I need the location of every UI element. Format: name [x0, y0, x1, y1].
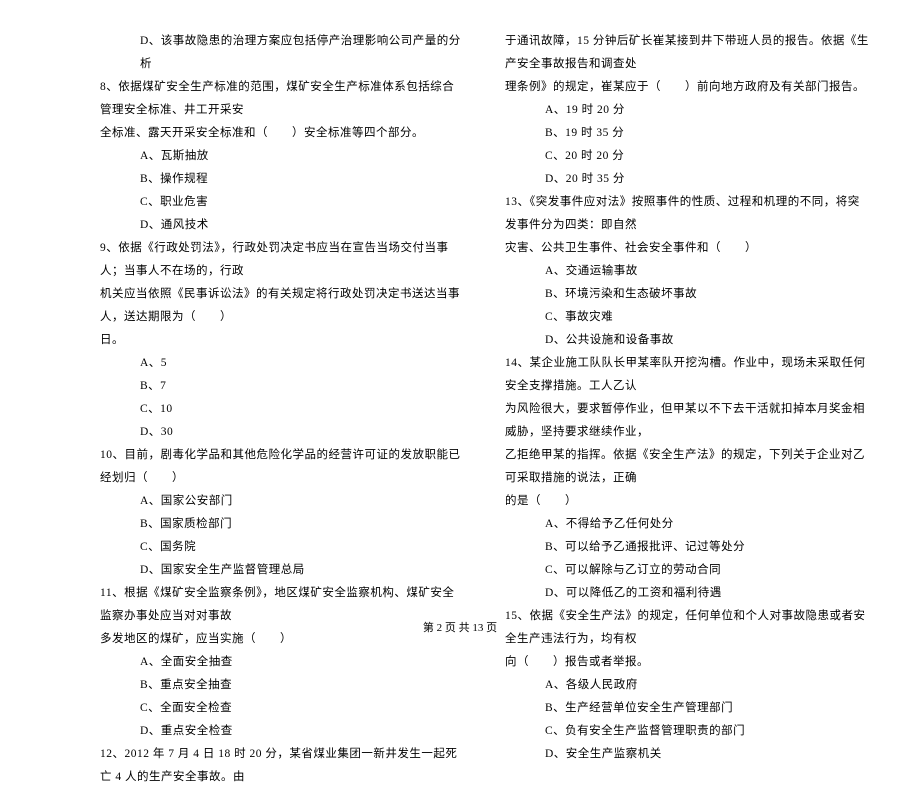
q12-option-b: B、19 时 35 分 [505, 122, 870, 145]
q12-line1: 12、2012 年 7 月 4 日 18 时 20 分，某省煤业集团一新井发生一… [100, 743, 465, 789]
document-page: D、该事故隐患的治理方案应包括停产治理影响公司产量的分析 8、依据煤矿安全生产标… [0, 0, 920, 789]
q14-option-b: B、可以给予乙通报批评、记过等处分 [505, 536, 870, 559]
q13-option-c: C、事故灾难 [505, 306, 870, 329]
q9-option-b: B、7 [100, 375, 465, 398]
q9-option-a: A、5 [100, 352, 465, 375]
q9-option-c: C、10 [100, 398, 465, 421]
q9-line2: 机关应当依照《民事诉讼法》的有关规定将行政处罚决定书送达当事人，送达期限为（ ） [100, 283, 465, 329]
q12-option-c: C、20 时 20 分 [505, 145, 870, 168]
q10-option-d: D、国家安全生产监督管理总局 [100, 559, 465, 582]
left-column: D、该事故隐患的治理方案应包括停产治理影响公司产量的分析 8、依据煤矿安全生产标… [100, 30, 495, 789]
q14-line1: 14、某企业施工队队长甲某率队开挖沟槽。作业中，现场未采取任何安全支撑措施。工人… [505, 352, 870, 398]
q10-line1: 10、目前，剧毒化学品和其他危险化学品的经营许可证的发放职能已经划归（ ） [100, 444, 465, 490]
q14-option-a: A、不得给予乙任何处分 [505, 513, 870, 536]
q12-line2: 于通讯故障，15 分钟后矿长崔某接到井下带班人员的报告。依据《生产安全事故报告和… [505, 30, 870, 76]
q15-option-a: A、各级人民政府 [505, 674, 870, 697]
q12-line3: 理条例》的规定，崔某应于（ ）前向地方政府及有关部门报告。 [505, 76, 870, 99]
q15-option-b: B、生产经营单位安全生产管理部门 [505, 697, 870, 720]
q14-option-c: C、可以解除与乙订立的劳动合同 [505, 559, 870, 582]
q13-option-b: B、环境污染和生态破坏事故 [505, 283, 870, 306]
q11-option-c: C、全面安全检查 [100, 697, 465, 720]
q13-option-d: D、公共设施和设备事故 [505, 329, 870, 352]
q14-option-d: D、可以降低乙的工资和福利待遇 [505, 582, 870, 605]
q10-option-b: B、国家质检部门 [100, 513, 465, 536]
right-column: 于通讯故障，15 分钟后矿长崔某接到井下带班人员的报告。依据《生产安全事故报告和… [495, 30, 870, 789]
q12-option-d: D、20 时 35 分 [505, 168, 870, 191]
q9-line1: 9、依据《行政处罚法》，行政处罚决定书应当在宣告当场交付当事人；当事人不在场的，… [100, 237, 465, 283]
q10-option-a: A、国家公安部门 [100, 490, 465, 513]
q8-line1: 8、依据煤矿安全生产标准的范围，煤矿安全生产标准体系包括综合管理安全标准、井工开… [100, 76, 465, 122]
q15-line2: 向（ ）报告或者举报。 [505, 651, 870, 674]
q9-line3: 日。 [100, 329, 465, 352]
q7-option-d: D、该事故隐患的治理方案应包括停产治理影响公司产量的分析 [100, 30, 465, 76]
q11-option-a: A、全面安全抽查 [100, 651, 465, 674]
q8-line2: 全标准、露天开采安全标准和（ ）安全标准等四个部分。 [100, 122, 465, 145]
q8-option-c: C、职业危害 [100, 191, 465, 214]
q13-line2: 灾害、公共卫生事件、社会安全事件和（ ） [505, 237, 870, 260]
q14-line3: 乙拒绝甲某的指挥。依据《安全生产法》的规定，下列关于企业对乙可采取措施的说法，正… [505, 444, 870, 490]
q12-option-a: A、19 时 20 分 [505, 99, 870, 122]
q11-option-d: D、重点安全检查 [100, 720, 465, 743]
q14-line4: 的是（ ） [505, 490, 870, 513]
q13-line1: 13、《突发事件应对法》按照事件的性质、过程和机理的不同，将突发事件分为四类：即… [505, 191, 870, 237]
q15-option-d: D、安全生产监察机关 [505, 743, 870, 766]
q10-option-c: C、国务院 [100, 536, 465, 559]
q8-option-a: A、瓦斯抽放 [100, 145, 465, 168]
q9-option-d: D、30 [100, 421, 465, 444]
q13-option-a: A、交通运输事故 [505, 260, 870, 283]
q15-option-c: C、负有安全生产监督管理职责的部门 [505, 720, 870, 743]
page-number: 第 2 页 共 13 页 [0, 619, 920, 635]
q14-line2: 为风险很大，要求暂停作业，但甲某以不下去干活就扣掉本月奖金相威胁，坚持要求继续作… [505, 398, 870, 444]
q8-option-d: D、通风技术 [100, 214, 465, 237]
q8-option-b: B、操作规程 [100, 168, 465, 191]
q11-option-b: B、重点安全抽查 [100, 674, 465, 697]
